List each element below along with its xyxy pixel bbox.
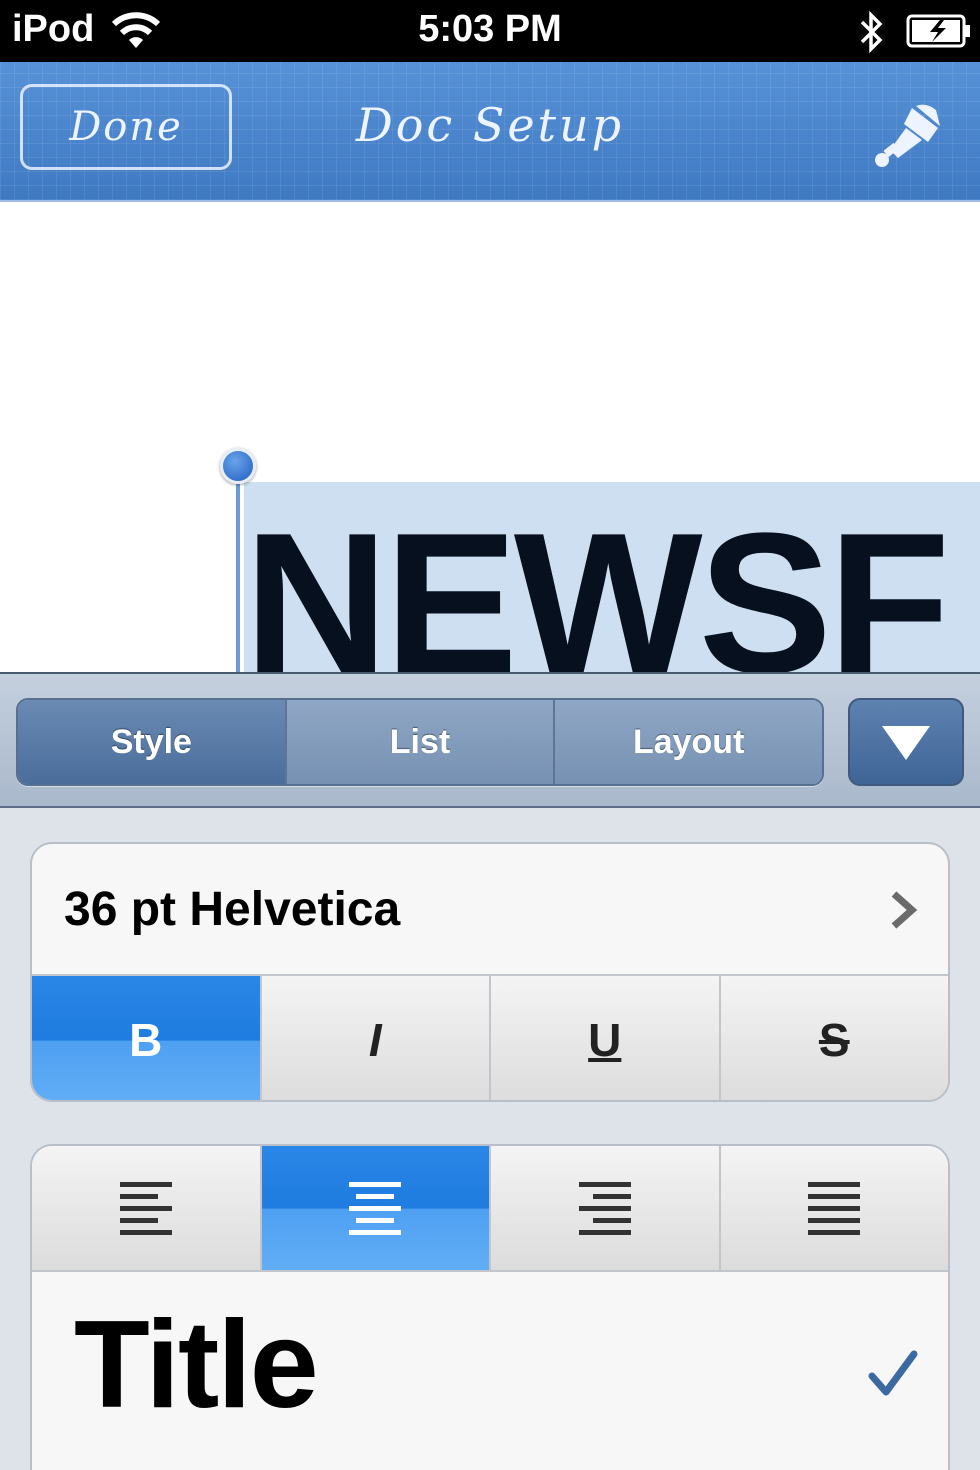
underline-button[interactable]: U <box>491 976 721 1100</box>
align-right-button[interactable] <box>491 1146 721 1270</box>
alignment-buttons <box>32 1146 948 1272</box>
chevron-right-icon <box>891 891 918 929</box>
align-justify-button[interactable] <box>720 1146 948 1270</box>
triangle-down-icon <box>882 726 930 760</box>
font-group: 36 pt Helvetica B I U S <box>30 842 950 1102</box>
selection-handle-line <box>236 474 240 674</box>
bluetooth-icon <box>860 10 883 54</box>
paragraph-group: Title <box>30 1144 950 1470</box>
segmented-control: Style List Layout <box>16 698 824 786</box>
align-left-icon <box>119 1182 172 1235</box>
battery-icon <box>906 14 970 48</box>
italic-button[interactable]: I <box>261 976 491 1100</box>
align-center-icon <box>349 1182 402 1235</box>
clock: 5:03 PM <box>418 8 562 50</box>
checkmark-icon <box>868 1350 918 1396</box>
paragraph-style-title[interactable]: Title <box>32 1272 948 1470</box>
text-format-buttons: B I U S <box>32 976 948 1100</box>
navigation-bar: Done Doc Setup <box>0 62 980 202</box>
tab-style[interactable]: Style <box>18 700 287 784</box>
document-headline[interactable]: NEWSF <box>244 504 950 675</box>
paint-brush-icon[interactable] <box>868 98 946 168</box>
align-right-icon <box>578 1182 631 1235</box>
font-label: 36 pt Helvetica <box>64 883 401 936</box>
paragraph-style-label: Title <box>74 1296 319 1434</box>
selection-handle[interactable] <box>220 448 256 484</box>
font-selector-row[interactable]: 36 pt Helvetica <box>32 844 948 976</box>
bold-button[interactable]: B <box>32 976 262 1100</box>
tab-layout[interactable]: Layout <box>555 700 822 784</box>
document-canvas[interactable]: NEWSF <box>0 204 980 674</box>
format-tab-bar: Style List Layout <box>0 672 980 808</box>
format-panel: Style List Layout 36 pt Helvetica B I U … <box>0 672 980 1470</box>
strikethrough-button[interactable]: S <box>720 976 948 1100</box>
align-justify-icon <box>808 1182 861 1235</box>
collapse-panel-button[interactable] <box>848 698 964 786</box>
tab-list[interactable]: List <box>286 700 556 784</box>
status-bar: iPod 5:03 PM <box>0 0 980 62</box>
page-title: Doc Setup <box>355 98 625 152</box>
align-left-button[interactable] <box>32 1146 262 1270</box>
align-center-button[interactable] <box>261 1146 491 1270</box>
